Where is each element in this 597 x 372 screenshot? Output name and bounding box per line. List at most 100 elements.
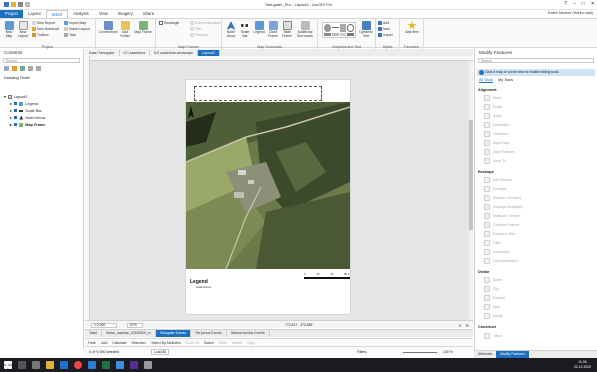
clock[interactable]: 11:06 22.12.2020 bbox=[574, 360, 591, 369]
tab-attributes[interactable]: Attributes bbox=[474, 351, 496, 358]
add-folder-button[interactable]: Add Folder bbox=[118, 21, 132, 38]
rectangle-button[interactable]: Rectangle bbox=[159, 21, 179, 25]
visibility-checkbox[interactable] bbox=[13, 108, 18, 113]
tool-item[interactable]: Align Features bbox=[484, 149, 515, 155]
minimize-icon[interactable]: – bbox=[573, 1, 576, 7]
north-arrow-button[interactable]: North Arrow bbox=[224, 21, 238, 38]
line-graphic-icon[interactable] bbox=[331, 27, 339, 28]
connections-button[interactable]: Connections bbox=[98, 21, 118, 35]
section-construct[interactable]: Construct bbox=[478, 325, 496, 329]
collapse-icon[interactable]: ▾ bbox=[4, 94, 6, 99]
text-graphic-icon[interactable] bbox=[324, 32, 331, 36]
import-map-button[interactable]: Import Map bbox=[64, 21, 86, 25]
tool-item[interactable]: Replace Geometry bbox=[484, 195, 521, 201]
section-divide[interactable]: Divide bbox=[478, 270, 489, 274]
teams-icon[interactable] bbox=[130, 361, 138, 369]
tool-item[interactable]: Split bbox=[484, 304, 500, 310]
extent-indicators-button[interactable]: Extent Indicators bbox=[190, 21, 220, 25]
expand-icon[interactable]: ▸ bbox=[10, 101, 12, 106]
legend-button[interactable]: Legend bbox=[252, 21, 266, 35]
tool-item[interactable]: Reshape Multipatch bbox=[484, 204, 523, 210]
search-icon[interactable] bbox=[18, 361, 26, 369]
expand-icon[interactable]: ▸ bbox=[10, 115, 12, 120]
app-icon[interactable] bbox=[144, 361, 152, 369]
new-report-button[interactable]: New Report bbox=[32, 21, 55, 25]
map-frame[interactable] bbox=[186, 102, 350, 269]
calculate-button[interactable]: Calculate bbox=[112, 341, 126, 345]
task-button[interactable]: Task bbox=[64, 33, 76, 37]
tab-share[interactable]: Share bbox=[138, 10, 159, 18]
tool-item[interactable]: Annotation bbox=[484, 122, 509, 128]
map-frame-button[interactable]: Map Frame bbox=[134, 21, 152, 35]
switch-button[interactable]: Switch bbox=[204, 341, 214, 345]
tool-item[interactable]: Scale bbox=[484, 113, 501, 119]
visibility-checkbox[interactable] bbox=[13, 101, 18, 106]
new-layout-button[interactable]: New Layout bbox=[16, 21, 30, 38]
tab-imagery[interactable]: Imagery bbox=[113, 10, 138, 18]
table-tab[interactable]: Tatuma huvitus Events bbox=[227, 330, 270, 337]
tool-item[interactable]: Clip bbox=[484, 286, 499, 292]
tree-item-north-arrow[interactable]: ▸ North Arrow bbox=[10, 115, 45, 120]
legend-title[interactable]: Legend bbox=[190, 279, 208, 285]
graphics-gallery[interactable] bbox=[322, 22, 356, 38]
zoom-slider[interactable] bbox=[403, 352, 437, 353]
table-tab[interactable]: Harku_maaüse_20180529_m bbox=[102, 330, 156, 337]
tool-item[interactable]: Buffer bbox=[484, 277, 502, 283]
zoom-to-button[interactable]: Zoom To bbox=[186, 341, 199, 345]
table-tab[interactable]: Tasid bbox=[85, 330, 102, 337]
point-graphic-icon[interactable] bbox=[324, 24, 331, 32]
windows-start-icon[interactable] bbox=[4, 361, 12, 369]
tab-my-tools[interactable]: My Tools bbox=[498, 78, 513, 83]
filter-icon[interactable] bbox=[4, 66, 9, 71]
tool-item[interactable]: Rotate bbox=[484, 104, 503, 110]
add-field-button[interactable]: Add bbox=[101, 341, 107, 345]
new-notebook-button[interactable]: New Notebook bbox=[32, 27, 59, 31]
chrome-icon[interactable] bbox=[74, 361, 82, 369]
polygon-graphic-icon[interactable] bbox=[339, 24, 347, 32]
arrow-graphic-icon[interactable] bbox=[347, 32, 354, 36]
picture-graphic-icon[interactable] bbox=[339, 32, 347, 36]
signed-in-user[interactable]: Katrin Mustve (Harku vald) bbox=[548, 11, 593, 15]
tool-item[interactable]: Extend or Trim bbox=[484, 231, 515, 237]
tool-item[interactable]: Multipatch Texture bbox=[484, 213, 520, 219]
reshape-button[interactable]: Reshape bbox=[190, 33, 209, 37]
visibility-checkbox[interactable] bbox=[13, 115, 18, 120]
tool-item[interactable]: Explode bbox=[484, 295, 505, 301]
table-tab-active[interactable]: Tartugaler Events bbox=[155, 330, 191, 337]
list-by-source-icon[interactable] bbox=[20, 66, 25, 71]
delete-button[interactable]: Delete bbox=[232, 341, 242, 345]
list-by-editing-icon[interactable] bbox=[36, 66, 41, 71]
tool-item[interactable]: Move To bbox=[484, 158, 506, 164]
tab-modify-features[interactable]: Modify Features bbox=[496, 351, 529, 358]
tab-view[interactable]: View bbox=[94, 10, 113, 18]
maximize-icon[interactable]: □ bbox=[582, 1, 585, 7]
table-tab[interactable]: Tee jactus Events bbox=[191, 330, 227, 337]
style-new-button[interactable]: New bbox=[378, 27, 390, 31]
tool-item[interactable]: Align Edge bbox=[484, 140, 509, 146]
load-all-button[interactable]: Load All bbox=[151, 349, 170, 355]
dynamic-text-button[interactable]: Dynamic Text bbox=[358, 21, 374, 38]
chart-frame-button[interactable]: Chart Frame bbox=[266, 21, 280, 38]
tool-item[interactable]: Generalize bbox=[484, 249, 509, 255]
grid-button[interactable]: Grid bbox=[190, 27, 201, 31]
file-explorer-icon[interactable] bbox=[46, 361, 54, 369]
list-by-drawing-order-icon[interactable] bbox=[12, 66, 17, 71]
expand-icon[interactable]: ▸ bbox=[10, 108, 12, 113]
scale-bar[interactable]: 0 20 40 80 m bbox=[304, 273, 350, 283]
circle-graphic-icon[interactable] bbox=[347, 24, 354, 32]
toolbox-button[interactable]: Toolbox bbox=[32, 33, 49, 37]
tree-item-map-frame[interactable]: ▸ Map Frame bbox=[10, 122, 45, 127]
contents-search-input[interactable]: Search bbox=[3, 58, 80, 63]
style-import-button[interactable]: Import bbox=[378, 33, 393, 37]
style-add-button[interactable]: Add bbox=[378, 21, 389, 25]
legend-item[interactable]: katastriüksus bbox=[196, 286, 211, 289]
task-view-icon[interactable] bbox=[32, 361, 40, 369]
word-icon[interactable] bbox=[88, 361, 96, 369]
tool-item[interactable]: Fillet bbox=[484, 240, 500, 246]
import-layout-button[interactable]: Import Layout bbox=[64, 27, 90, 31]
add-item-button[interactable]: Add Item bbox=[404, 21, 420, 35]
copy-button[interactable]: Copy bbox=[247, 341, 255, 345]
tab-layout[interactable]: Layout bbox=[23, 10, 46, 18]
tool-item[interactable]: Merge bbox=[484, 313, 503, 319]
zoom-dropdown[interactable]: 67% bbox=[127, 322, 143, 328]
